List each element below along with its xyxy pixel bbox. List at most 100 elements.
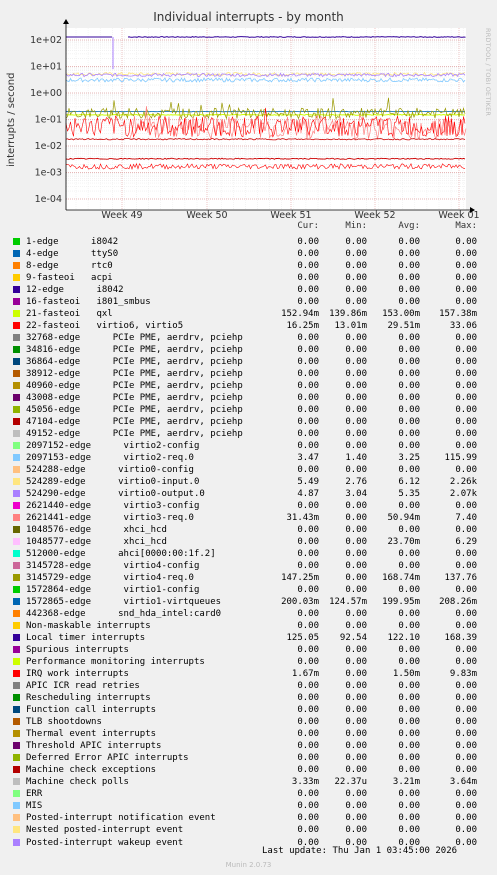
legend-value-avg: 199.95m bbox=[382, 597, 420, 608]
legend-value-min: 0.00 bbox=[345, 333, 367, 344]
legend-value-max: 0.00 bbox=[455, 645, 477, 656]
legend-value-min: 0.00 bbox=[345, 405, 367, 416]
legend-value-avg: 1.50m bbox=[392, 669, 420, 680]
legend-swatch bbox=[13, 670, 20, 678]
legend-label: 47104-edge PCIe PME, aerdrv, pciehp bbox=[26, 417, 243, 428]
legend-swatch bbox=[13, 598, 20, 606]
legend-row: ERR 0.00 0.00 0.00 0.00 bbox=[0, 788, 497, 800]
legend-swatch bbox=[13, 574, 20, 582]
legend-value-avg: 168.74m bbox=[382, 573, 420, 584]
legend-row: 8-edge rtc0 0.00 0.00 0.00 0.00 bbox=[0, 260, 497, 272]
legend-label: Non-maskable interrupts bbox=[26, 621, 151, 632]
legend-value-max: 0.00 bbox=[455, 705, 477, 716]
legend-value-max: 0.00 bbox=[455, 297, 477, 308]
legend-swatch bbox=[13, 742, 20, 750]
legend-row: 21-fasteoi qxl 152.94m 139.86m 153.00m 157.3… bbox=[0, 308, 497, 320]
legend-value-min: 0.00 bbox=[345, 765, 367, 776]
legend-value-max: 137.76 bbox=[444, 573, 477, 584]
legend-label: 43008-edge PCIe PME, aerdrv, pciehp bbox=[26, 393, 243, 404]
legend-value-avg: 0.00 bbox=[398, 657, 420, 668]
legend-row: Deferred Error APIC interrupts 0.00 0.00 0.… bbox=[0, 752, 497, 764]
legend-swatch bbox=[13, 538, 20, 546]
legend-row: 2621441-edge virtio3-req.0 31.43m 0.00 50.9… bbox=[0, 512, 497, 524]
legend-value-min: 0.00 bbox=[345, 669, 367, 680]
legend-row: 1048576-edge xhci_hcd 0.00 0.00 0.00 0.00 bbox=[0, 524, 497, 536]
legend-value-avg: 0.00 bbox=[398, 621, 420, 632]
header-avg: Avg: bbox=[398, 221, 420, 231]
legend-value-max: 0.00 bbox=[455, 729, 477, 740]
legend-swatch bbox=[13, 502, 20, 510]
legend-swatch bbox=[13, 658, 20, 666]
legend-row: 49152-edge PCIe PME, aerdrv, pciehp 0.00 0… bbox=[0, 428, 497, 440]
legend-value-avg: 0.00 bbox=[398, 297, 420, 308]
legend-value-min: 0.00 bbox=[345, 729, 367, 740]
legend-value-max: 0.00 bbox=[455, 813, 477, 824]
legend-label: 22-fasteoi virtio6, virtio5 bbox=[26, 321, 184, 332]
legend-value-max: 0.00 bbox=[455, 357, 477, 368]
legend-value-min: 0.00 bbox=[345, 261, 367, 272]
legend-label: APIC ICR read retries bbox=[26, 681, 140, 692]
legend-row: Machine check exceptions 0.00 0.00 0.00 0.00 bbox=[0, 764, 497, 776]
legend-label: 524289-edge virtio0-input.0 bbox=[26, 477, 200, 488]
y-tick-label: 1e-03 bbox=[35, 168, 62, 179]
legend-value-max: 9.83m bbox=[449, 669, 477, 680]
legend-value-min: 0.00 bbox=[345, 357, 367, 368]
y-tick-label: 1e+00 bbox=[30, 88, 62, 99]
legend-row: 524290-edge virtio0-output.0 4.87 3.04 5.35… bbox=[0, 488, 497, 500]
legend-label: 2621440-edge virtio3-config bbox=[26, 501, 200, 512]
legend-row: Spurious interrupts 0.00 0.00 0.00 0.00 bbox=[0, 644, 497, 656]
legend-value-avg: 0.00 bbox=[398, 345, 420, 356]
legend-value-min: 0.00 bbox=[345, 513, 367, 524]
legend-value-min: 0.00 bbox=[345, 417, 367, 428]
legend-row: IRQ work interrupts 1.67m 0.00 1.50m 9.83m bbox=[0, 668, 497, 680]
legend-value-max: 0.00 bbox=[455, 465, 477, 476]
legend-label: 45056-edge PCIe PME, aerdrv, pciehp bbox=[26, 405, 243, 416]
legend-swatch bbox=[13, 370, 20, 378]
legend-value-min: 124.57m bbox=[329, 597, 367, 608]
legend-swatch bbox=[13, 706, 20, 714]
legend-row: MIS 0.00 0.00 0.00 0.00 bbox=[0, 800, 497, 812]
legend-value-max: 0.00 bbox=[455, 381, 477, 392]
legend-row: Local timer interrupts 125.05 92.54 122.10 1… bbox=[0, 632, 497, 644]
legend-swatch bbox=[13, 490, 20, 498]
legend-value-max: 0.00 bbox=[455, 417, 477, 428]
legend-label: Threshold APIC interrupts bbox=[26, 741, 162, 752]
legend-value-min: 0.00 bbox=[345, 621, 367, 632]
legend-value-max: 168.39 bbox=[444, 633, 477, 644]
legend-value-avg: 0.00 bbox=[398, 693, 420, 704]
y-tick-label: 1e+02 bbox=[30, 35, 62, 46]
legend-swatch bbox=[13, 766, 20, 774]
legend-label: 1572864-edge virtio1-config bbox=[26, 585, 200, 596]
legend-swatch bbox=[13, 454, 20, 462]
legend-value-max: 2.07k bbox=[449, 489, 477, 500]
legend-value-avg: 0.00 bbox=[398, 465, 420, 476]
legend-label: 512000-edge ahci[0000:00:1f.2] bbox=[26, 549, 216, 560]
legend-label: Function call interrupts bbox=[26, 705, 157, 716]
legend-value-min: 0.00 bbox=[345, 441, 367, 452]
legend-value-max: 2.26k bbox=[449, 477, 477, 488]
legend-value-max: 0.00 bbox=[455, 609, 477, 620]
legend-value-max: 0.00 bbox=[455, 681, 477, 692]
legend-swatch bbox=[13, 622, 20, 630]
legend-swatch bbox=[13, 634, 20, 642]
legend-value-max: 0.00 bbox=[455, 765, 477, 776]
legend-swatch bbox=[13, 586, 20, 594]
legend-value-max: 0.00 bbox=[455, 345, 477, 356]
legend-value-max: 115.99 bbox=[444, 453, 477, 464]
legend-value-min: 0.00 bbox=[345, 813, 367, 824]
legend-row: TLB shootdowns 0.00 0.00 0.00 0.00 bbox=[0, 716, 497, 728]
legend-value-min: 0.00 bbox=[345, 249, 367, 259]
legend-label: 12-edge i8042 bbox=[26, 285, 124, 296]
legend-value-avg: 0.00 bbox=[398, 285, 420, 296]
legend-swatch bbox=[13, 382, 20, 390]
legend-value-avg: 0.00 bbox=[398, 501, 420, 512]
legend-label: Spurious interrupts bbox=[26, 645, 129, 656]
legend-value-max: 0.00 bbox=[455, 525, 477, 536]
legend-swatch bbox=[13, 646, 20, 654]
y-tick-label: 1e-02 bbox=[35, 141, 62, 152]
legend-swatch bbox=[13, 826, 20, 834]
legend-label: Local timer interrupts bbox=[26, 633, 146, 644]
legend-label: 1-edge i8042 bbox=[26, 237, 119, 247]
legend-value-max: 0.00 bbox=[455, 801, 477, 812]
legend-row: 524288-edge virtio0-config 0.00 0.00 0.00 0.… bbox=[0, 464, 497, 476]
